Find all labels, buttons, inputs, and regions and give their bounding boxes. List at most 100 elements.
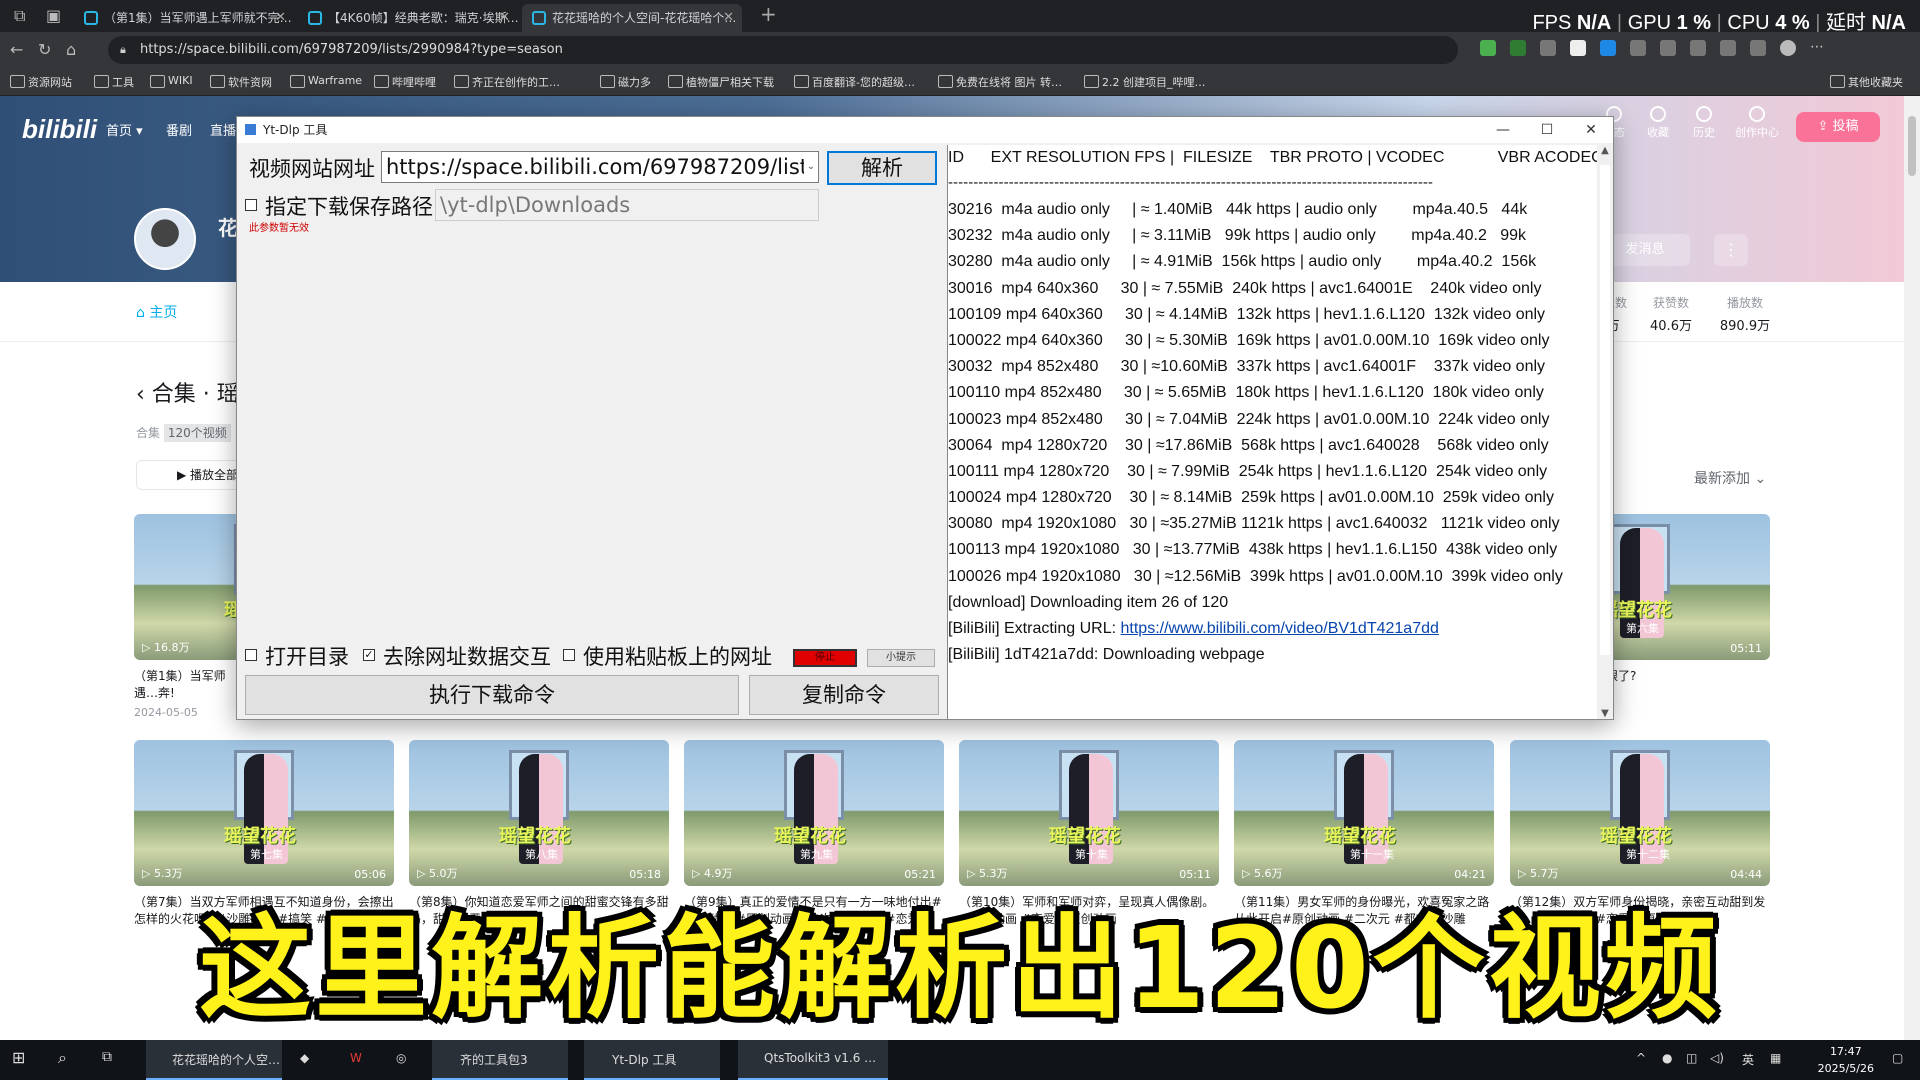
close-icon[interactable]: ✕: [1569, 117, 1613, 143]
clipboard-url-checkbox[interactable]: [563, 649, 575, 661]
bookmark-item[interactable]: Warframe: [290, 74, 362, 88]
nav-home[interactable]: 首页 ▾: [106, 120, 143, 139]
nav-favorites[interactable]: 收藏: [1638, 106, 1678, 140]
scroll-down-icon[interactable]: ▼: [1597, 708, 1613, 719]
taskbar-item-ytdlp[interactable]: Yt-Dlp 工具: [584, 1040, 720, 1080]
video-title[interactable]: （第1集）当军师遇…奔!: [134, 668, 234, 702]
bookmark-item[interactable]: WIKI: [150, 74, 193, 88]
stop-button[interactable]: 停止: [793, 649, 857, 667]
tab-home[interactable]: ⌂ 主页: [136, 302, 177, 322]
extension-icon[interactable]: [1480, 40, 1496, 56]
volume-icon[interactable]: ◁): [1710, 1051, 1724, 1065]
maximize-icon[interactable]: ☐: [1525, 117, 1569, 143]
tips-button[interactable]: 小提示: [867, 649, 935, 667]
new-tab-button[interactable]: +: [760, 2, 777, 26]
split-view-icon[interactable]: [1630, 40, 1646, 56]
extension-icon[interactable]: [1600, 40, 1616, 56]
url-input[interactable]: 🔒︎ https://space.bilibili.com/697987209/…: [108, 36, 1458, 64]
parse-button[interactable]: 解析: [827, 151, 937, 185]
tray-app-icon[interactable]: ●: [1662, 1051, 1672, 1065]
close-tab-icon[interactable]: ✕: [499, 4, 510, 32]
window-titlebar[interactable]: Yt-Dlp 工具 — ☐ ✕: [237, 117, 1613, 143]
app-icon[interactable]: W: [350, 1051, 362, 1065]
bookmark-item[interactable]: 百度翻译-您的超级…: [794, 74, 915, 90]
bookmark-item[interactable]: 2.2 创建项目_哔哩…: [1084, 74, 1206, 90]
windows-start-icon[interactable]: ⊞: [12, 1048, 25, 1067]
play-all-button[interactable]: ▶ 播放全部: [136, 460, 246, 490]
back-chevron-icon[interactable]: ‹: [136, 382, 152, 407]
tray-chevron-icon[interactable]: ^: [1636, 1051, 1646, 1065]
bookmark-item[interactable]: 软件资网: [210, 74, 272, 90]
video-card[interactable]: 瑶望花花 第十二集 ▷ 5.7万 04:44 （第12集）双方军师身份揭晓，亲密互动甜…: [1510, 740, 1770, 928]
more-menu-icon[interactable]: ⋯: [1810, 40, 1826, 56]
browser-tab-2[interactable]: 【4K60帧】经典老歌：瑞克·埃斯… ✕: [298, 4, 518, 32]
profile-avatar-icon[interactable]: [1780, 40, 1796, 56]
history-icon[interactable]: [1720, 40, 1736, 56]
nav-creator-center[interactable]: 创作中心: [1732, 106, 1782, 140]
video-thumbnail[interactable]: 瑶望花花 第七集 ▷ 5.3万 05:06: [134, 740, 394, 886]
favorites-icon[interactable]: [1690, 40, 1706, 56]
sort-dropdown[interactable]: 最新添加 ⌄: [1694, 468, 1766, 488]
back-icon[interactable]: ←: [10, 40, 23, 59]
tab-actions-icon[interactable]: ▣: [46, 6, 61, 25]
extension-icon[interactable]: [1540, 40, 1556, 56]
video-thumbnail[interactable]: 瑶望花花 第八集 ▷ 5.0万 05:18: [409, 740, 669, 886]
download-icon[interactable]: [1750, 40, 1766, 56]
scrollbar-thumb[interactable]: [1908, 116, 1916, 176]
execute-download-button[interactable]: 执行下载命令: [245, 675, 739, 715]
bookmark-item[interactable]: 哔哩哔哩: [374, 74, 436, 90]
upload-button[interactable]: ⇪ 投稿: [1796, 112, 1880, 142]
page-scrollbar[interactable]: [1904, 96, 1920, 1040]
keyboard-icon[interactable]: ▦: [1770, 1051, 1781, 1065]
taskbar-clock[interactable]: 17:47 2025/5/26: [1818, 1043, 1874, 1077]
bookmark-item[interactable]: 其他收藏夹: [1830, 74, 1903, 90]
bookmark-item[interactable]: 工具: [94, 74, 134, 90]
network-icon[interactable]: ◫: [1686, 1051, 1697, 1065]
extension-icon[interactable]: [1570, 40, 1586, 56]
extract-url-link[interactable]: https://www.bilibili.com/video/BV1dT421a…: [1121, 620, 1439, 637]
bookmark-item[interactable]: 植物僵尸相关下载: [668, 74, 774, 90]
search-icon[interactable]: ⌕: [58, 1048, 67, 1068]
task-view-icon[interactable]: ⧉: [102, 1049, 112, 1065]
more-button[interactable]: ⋮: [1714, 234, 1748, 266]
video-thumbnail[interactable]: 瑶望花花 第十二集 ▷ 5.7万 04:44: [1510, 740, 1770, 886]
nav-history[interactable]: 历史: [1684, 106, 1724, 140]
bookmark-item[interactable]: 免费在线将 图片 转…: [938, 74, 1062, 90]
bilibili-logo[interactable]: bilibili: [22, 114, 97, 145]
notification-icon[interactable]: ▢: [1892, 1051, 1903, 1065]
chevron-down-icon[interactable]: ⌄: [804, 152, 818, 182]
workspaces-icon[interactable]: ⧉: [14, 6, 25, 26]
video-card[interactable]: 瑶望花花 第七集 ▷ 5.3万 05:06 （第7集）当双方军师相遇互不知道身份，会擦…: [134, 740, 394, 928]
extensions-puzzle-icon[interactable]: [1660, 40, 1676, 56]
video-thumbnail[interactable]: 瑶望花花 第九集 ▷ 4.9万 05:21: [684, 740, 944, 886]
video-thumbnail[interactable]: 瑶望花花 第十集 ▷ 5.3万 05:11: [959, 740, 1219, 886]
video-card[interactable]: 瑶望花花 第十一集 ▷ 5.6万 04:21 （第11集）男女军师的身份曝光，欢喜冤家…: [1234, 740, 1494, 928]
browser-tab-1[interactable]: （第1集）当军师遇上军师就不完… ✕: [74, 4, 294, 32]
home-icon[interactable]: ⌂: [66, 40, 76, 59]
taskbar-item-qtstoolkit[interactable]: QtsToolkit3 v1.6 …: [738, 1040, 888, 1080]
minimize-icon[interactable]: —: [1481, 117, 1525, 143]
bookmark-item[interactable]: 资源网站: [10, 74, 72, 90]
bookmark-item[interactable]: 磁力多: [600, 74, 651, 90]
avatar[interactable]: [134, 208, 196, 270]
scroll-up-icon[interactable]: ▲: [1597, 145, 1613, 156]
reload-icon[interactable]: ↻: [38, 40, 51, 59]
video-card[interactable]: 瑶望花花 第十集 ▷ 5.3万 05:11 （第10集）军师和军师对弈，呈现真人偶像剧…: [959, 740, 1219, 928]
browser-tab-3[interactable]: 花花瑶哈的个人空间-花花瑶哈个… ✕: [522, 4, 742, 32]
path-field[interactable]: \yt-dlp\Downloads: [435, 189, 819, 221]
close-tab-icon[interactable]: ✕: [275, 4, 286, 32]
close-tab-icon[interactable]: ✕: [723, 4, 734, 32]
nav-live[interactable]: 直播: [210, 120, 236, 139]
remove-interaction-checkbox[interactable]: ✓: [363, 649, 375, 661]
custom-path-checkbox[interactable]: [245, 199, 257, 211]
url-combobox[interactable]: https://space.bilibili.com/697987209/lis…: [381, 151, 819, 183]
app-icon[interactable]: ◆: [300, 1051, 309, 1065]
copy-command-button[interactable]: 复制命令: [749, 675, 939, 715]
video-card[interactable]: 瑶望花花 第九集 ▷ 4.9万 05:21 （第9集）真正的爱情不是只有一方一味地付出…: [684, 740, 944, 928]
video-card[interactable]: 瑶望花花 第八集 ▷ 5.0万 05:18 （第8集）你知道恋爱军师之间的甜蜜交锋有多…: [409, 740, 669, 928]
output-scrollbar-thumb[interactable]: [1600, 165, 1610, 655]
ime-indicator[interactable]: 英: [1742, 1051, 1754, 1068]
taskbar-item-browser[interactable]: 花花瑶哈的个人空…: [146, 1040, 282, 1080]
output-scrollbar[interactable]: ▲ ▼: [1597, 145, 1613, 719]
taskbar-item-toolkit[interactable]: 齐的工具包3: [432, 1040, 568, 1080]
